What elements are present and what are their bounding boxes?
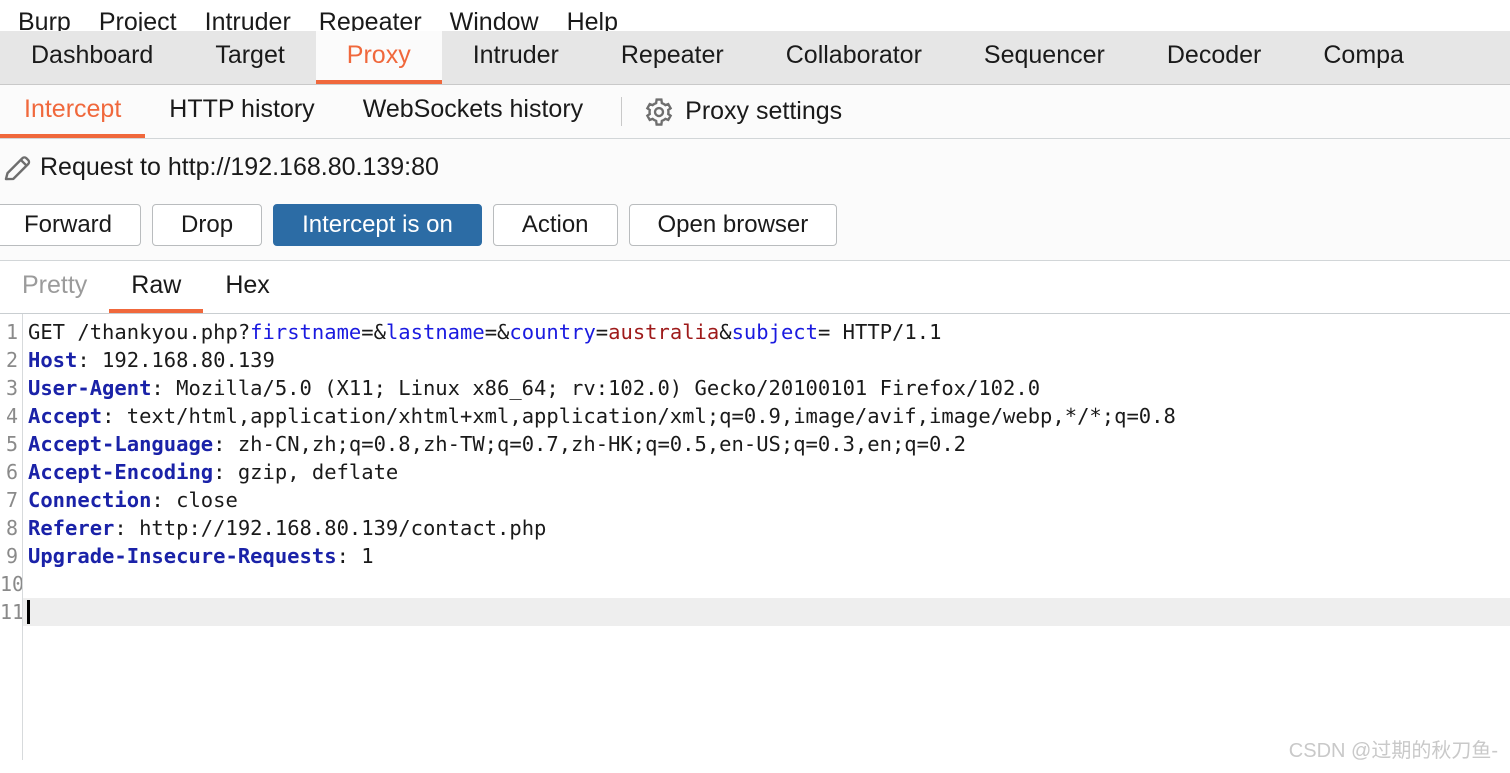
code-token: Connection — [28, 488, 152, 512]
intercept-action-bar: Forward Drop Intercept is on Action Open… — [0, 195, 1510, 261]
menu-item-repeater[interactable]: Repeater — [305, 9, 436, 31]
code-token: Accept-Language — [28, 432, 214, 456]
code-token: Accept — [28, 404, 103, 428]
main-tab-strip: Dashboard Target Proxy Intruder Repeater… — [0, 31, 1510, 85]
viewtab-hex[interactable]: Hex — [203, 261, 291, 313]
code-token: =& — [484, 320, 510, 344]
drop-button[interactable]: Drop — [152, 203, 263, 246]
menu-item-help[interactable]: Help — [553, 9, 632, 31]
code-token: : Mozilla/5.0 (X11; Linux x86_64; rv:102… — [151, 376, 1041, 400]
menu-item-project[interactable]: Project — [85, 9, 191, 31]
line-number: 7 — [5, 488, 18, 512]
code-token: australia — [608, 320, 720, 344]
code-token: = — [595, 320, 609, 344]
viewtab-pretty[interactable]: Pretty — [0, 261, 109, 313]
code-token: & — [719, 320, 732, 344]
code-token: subject — [731, 320, 818, 344]
tab-collaborator[interactable]: Collaborator — [755, 31, 953, 84]
tab-repeater[interactable]: Repeater — [590, 31, 755, 84]
code-token: : 1 — [336, 544, 374, 568]
code-token: : zh-CN,zh;q=0.8,zh-TW;q=0.7,zh-HK;q=0.5… — [213, 432, 967, 456]
code-line[interactable]: Referer: http://192.168.80.139/contact.p… — [23, 514, 1510, 542]
forward-button[interactable]: Forward — [0, 203, 142, 246]
viewtab-raw[interactable]: Raw — [109, 261, 204, 313]
tab-proxy[interactable]: Proxy — [315, 31, 442, 84]
line-number: 8 — [5, 516, 18, 540]
code-line[interactable]: GET /thankyou.php?firstname=&lastname=&c… — [23, 318, 1510, 346]
code-line[interactable]: Connection: close — [23, 486, 1510, 514]
subtab-intercept[interactable]: Intercept — [0, 85, 146, 138]
code-token: =& — [361, 320, 386, 344]
watermark: CSDN @过期的秋刀鱼- — [1288, 740, 1498, 762]
code-token: : text/html,application/xhtml+xml,applic… — [102, 404, 1176, 428]
code-token: User-Agent — [28, 376, 152, 400]
tab-dashboard[interactable]: Dashboard — [0, 31, 184, 84]
code-line[interactable]: Accept-Language: zh-CN,zh;q=0.8,zh-TW;q=… — [23, 430, 1510, 458]
line-number: 5 — [5, 432, 18, 456]
code-token: Referer — [28, 516, 115, 540]
tab-target[interactable]: Target — [184, 31, 315, 84]
open-browser-button[interactable]: Open browser — [628, 203, 838, 246]
line-number: 3 — [5, 376, 18, 400]
text-caret — [27, 600, 30, 624]
code-token: country — [509, 320, 596, 344]
code-line[interactable]: Accept: text/html,application/xhtml+xml,… — [23, 402, 1510, 430]
code-token: Upgrade-Insecure-Requests — [28, 544, 337, 568]
gear-icon — [644, 97, 674, 127]
line-number: 2 — [5, 348, 18, 372]
tab-sequencer[interactable]: Sequencer — [953, 31, 1136, 84]
pencil-icon — [0, 150, 40, 184]
code-token: GET /thankyou.php? — [28, 320, 251, 344]
tab-comparer[interactable]: Compa — [1292, 31, 1435, 84]
proxy-settings-button[interactable]: Proxy settings — [636, 85, 850, 138]
line-number: 4 — [5, 404, 18, 428]
code-token: Accept-Encoding — [28, 460, 214, 484]
code-token: : gzip, deflate — [213, 460, 399, 484]
subtab-divider — [621, 97, 623, 126]
subtab-http-history[interactable]: HTTP history — [145, 85, 338, 138]
line-number: 6 — [5, 460, 18, 484]
message-view-tabs: Pretty Raw Hex — [0, 261, 1510, 313]
code-token: : close — [151, 488, 238, 512]
menu-item-intruder[interactable]: Intruder — [191, 9, 305, 31]
request-raw-text[interactable]: GET /thankyou.php?firstname=&lastname=&c… — [23, 314, 1510, 760]
tab-decoder[interactable]: Decoder — [1136, 31, 1293, 84]
code-line[interactable]: Accept-Encoding: gzip, deflate — [23, 458, 1510, 486]
code-line[interactable]: User-Agent: Mozilla/5.0 (X11; Linux x86_… — [23, 374, 1510, 402]
proxy-settings-label: Proxy settings — [685, 97, 843, 125]
line-number: 9 — [5, 544, 18, 568]
request-title-bar: Request to http://192.168.80.139:80 — [0, 139, 1510, 195]
line-number: 11 — [0, 600, 23, 624]
menu-item-burp[interactable]: Burp — [4, 9, 85, 31]
code-token: lastname — [385, 320, 485, 344]
subtab-websockets-history[interactable]: WebSockets history — [339, 85, 607, 138]
line-number: 1 — [5, 320, 18, 344]
code-token: : http://192.168.80.139/contact.php — [114, 516, 547, 540]
action-button[interactable]: Action — [492, 203, 618, 246]
code-line[interactable] — [23, 598, 1510, 626]
line-number-gutter: 1 2 3 4 5 6 7 8 9 10 11 — [0, 314, 23, 760]
tab-intruder[interactable]: Intruder — [442, 31, 590, 84]
code-token: Host — [28, 348, 78, 372]
request-title: Request to http://192.168.80.139:80 — [40, 152, 439, 181]
menu-bar: Burp Project Intruder Repeater Window He… — [0, 0, 1510, 31]
request-editor[interactable]: 1 2 3 4 5 6 7 8 9 10 11 GET /thankyou.php?firstnam… — [0, 313, 1510, 760]
code-line[interactable] — [23, 570, 1510, 598]
line-number: 10 — [0, 572, 23, 596]
intercept-toggle-button[interactable]: Intercept is on — [273, 203, 482, 246]
menu-item-window[interactable]: Window — [436, 9, 553, 31]
code-line[interactable]: Upgrade-Insecure-Requests: 1 — [23, 542, 1510, 570]
code-line[interactable]: Host: 192.168.80.139 — [23, 346, 1510, 374]
code-token: firstname — [250, 320, 362, 344]
code-token: : 192.168.80.139 — [77, 348, 275, 372]
proxy-sub-tab-strip: Intercept HTTP history WebSockets histor… — [0, 85, 1510, 139]
code-token: = HTTP/1.1 — [817, 320, 942, 344]
